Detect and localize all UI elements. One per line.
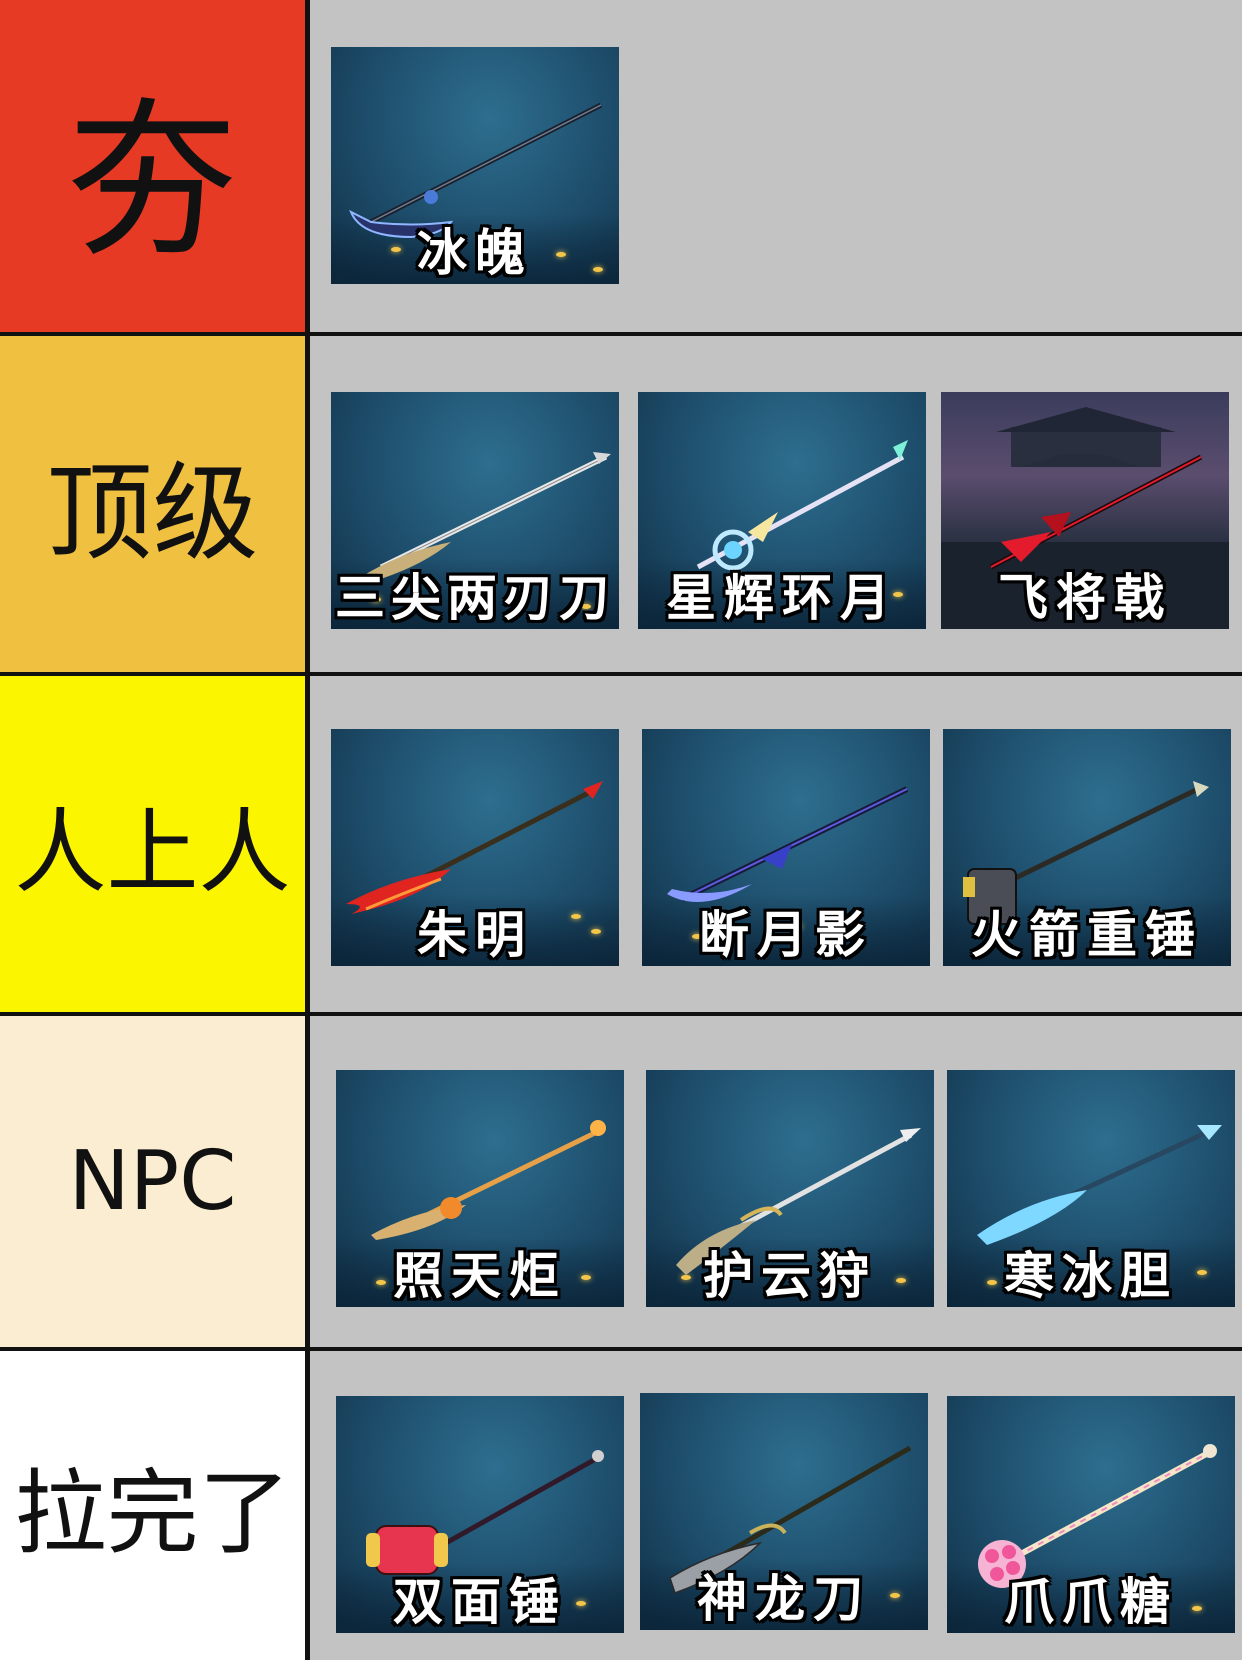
weapon-name: 朱明 bbox=[417, 905, 533, 964]
weapon-card[interactable]: 断月影 bbox=[642, 729, 930, 966]
weapon-card[interactable]: 爪爪糖 bbox=[947, 1396, 1235, 1633]
tier-label: 顶级 bbox=[0, 336, 310, 672]
tier-label-text: 拉完了 bbox=[14, 1460, 291, 1567]
weapon-card[interactable]: 寒冰胆 bbox=[947, 1070, 1235, 1307]
weapon-card[interactable]: 护云狩 bbox=[646, 1070, 934, 1307]
weapon-name: 双面锤 bbox=[393, 1572, 567, 1631]
tier-row-a: 顶级 三尖两刃刀 星辉环月 飞将戟 bbox=[0, 332, 1242, 672]
weapon-card[interactable]: 神龙刀 bbox=[640, 1393, 928, 1630]
weapon-name: 星辉环月 bbox=[666, 568, 898, 627]
tier-label: NPC bbox=[0, 1016, 310, 1347]
tier-label-text: NPC bbox=[68, 1134, 237, 1229]
weapon-name: 寒冰胆 bbox=[1004, 1246, 1178, 1305]
tier-label-text: 夯 bbox=[67, 83, 238, 281]
tier-row-b: 人上人 朱明 断月影 火箭重锤 bbox=[0, 672, 1242, 1012]
weapon-card[interactable]: 照天炬 bbox=[336, 1070, 624, 1307]
weapon-card[interactable]: 三尖两刃刀 bbox=[331, 392, 619, 629]
weapon-card[interactable]: 冰魄 bbox=[331, 47, 619, 284]
tier-label: 夯 bbox=[0, 0, 310, 332]
tier-label-text: 顶级 bbox=[46, 452, 259, 575]
weapon-name: 神龙刀 bbox=[697, 1569, 871, 1628]
tier-row-s: 夯 冰魄 bbox=[0, 0, 1242, 332]
tier-row-d: 拉完了 双面锤 神龙刀 爪爪糖 bbox=[0, 1347, 1242, 1660]
weapon-card[interactable]: 星辉环月 bbox=[638, 392, 926, 629]
tier-label: 人上人 bbox=[0, 676, 310, 1012]
weapon-name: 飞将戟 bbox=[998, 568, 1172, 627]
weapon-name: 爪爪糖 bbox=[1004, 1572, 1178, 1631]
weapon-card[interactable]: 飞将戟 bbox=[941, 392, 1229, 629]
tier-label: 拉完了 bbox=[0, 1351, 310, 1660]
weapon-name: 照天炬 bbox=[393, 1246, 567, 1305]
tier-label-text: 人上人 bbox=[14, 798, 291, 906]
weapon-name: 三尖两刃刀 bbox=[335, 568, 615, 627]
tier-row-c: NPC 照天炬 护云狩 寒冰胆 bbox=[0, 1012, 1242, 1347]
weapon-name: 冰魄 bbox=[417, 223, 533, 282]
weapon-name: 护云狩 bbox=[703, 1246, 877, 1305]
weapon-card[interactable]: 双面锤 bbox=[336, 1396, 624, 1633]
weapon-name: 断月影 bbox=[699, 905, 873, 964]
weapon-name: 火箭重锤 bbox=[971, 905, 1203, 964]
weapon-card[interactable]: 火箭重锤 bbox=[943, 729, 1231, 966]
weapon-card[interactable]: 朱明 bbox=[331, 729, 619, 966]
